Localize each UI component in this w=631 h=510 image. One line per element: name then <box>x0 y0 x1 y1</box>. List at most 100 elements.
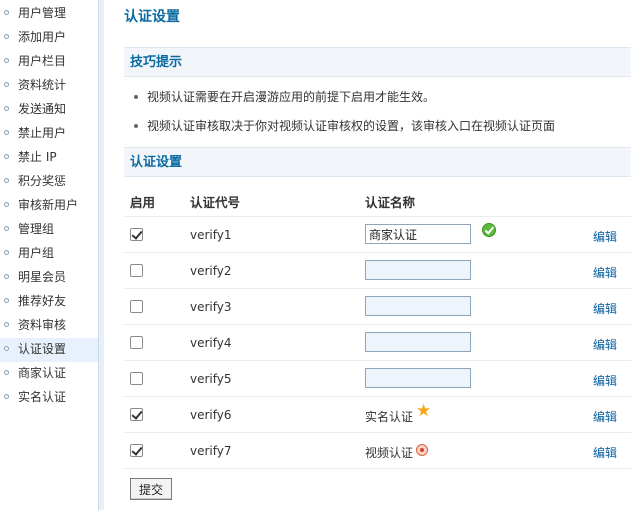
bullet-icon <box>4 130 9 135</box>
table-row: verify6 实名认证 ★ 编辑 <box>124 397 631 433</box>
sidebar-item-profile-review[interactable]: 资料审核 <box>0 314 98 338</box>
verify-name-input[interactable] <box>365 332 471 352</box>
sidebar: 用户管理 添加用户 用户栏目 资料统计 发送通知 禁止用户 禁止 IP 积分奖惩… <box>0 0 104 510</box>
verify-code: verify2 <box>190 264 232 278</box>
sidebar-item-label: 资料统计 <box>18 78 67 92</box>
sidebar-nav: 用户管理 添加用户 用户栏目 资料统计 发送通知 禁止用户 禁止 IP 积分奖惩… <box>0 2 98 410</box>
header-enable: 启用 <box>130 195 156 210</box>
sidebar-item-add-user[interactable]: 添加用户 <box>0 26 98 50</box>
bullet-icon <box>4 106 9 111</box>
sidebar-item-label: 禁止用户 <box>18 126 67 140</box>
enable-checkbox[interactable] <box>130 336 143 349</box>
tip-item: 视频认证审核取决于你对视频认证审核权的设置，该审核入口在视频认证页面 <box>134 117 555 134</box>
sidebar-item-ban-ip[interactable]: 禁止 IP <box>0 146 98 170</box>
bullet-icon <box>4 34 9 39</box>
bullet-icon <box>4 250 9 255</box>
verify-code: verify4 <box>190 336 232 350</box>
enable-checkbox[interactable] <box>130 264 143 277</box>
sidebar-item-label: 资料审核 <box>18 318 67 332</box>
verify-code: verify3 <box>190 300 232 314</box>
tips-section-title: 技巧提示 <box>124 47 631 77</box>
settings-section-title: 认证设置 <box>124 147 631 177</box>
bullet-icon <box>4 298 9 303</box>
sidebar-item-verify-settings[interactable]: 认证设置 <box>0 338 98 362</box>
table-row: verify3 编辑 <box>124 289 631 325</box>
bullet-icon <box>4 82 9 87</box>
page-title: 认证设置 <box>124 9 180 25</box>
sidebar-item-star-members[interactable]: 明星会员 <box>0 266 98 290</box>
verify-name-input[interactable] <box>365 368 471 388</box>
sidebar-item-label: 认证设置 <box>18 342 67 356</box>
table-row: verify7 视频认证 编辑 <box>124 433 631 469</box>
edit-link[interactable]: 编辑 <box>593 336 617 353</box>
sidebar-item-user-fields[interactable]: 用户栏目 <box>0 50 98 74</box>
sidebar-item-label: 用户管理 <box>18 6 67 20</box>
edit-link[interactable]: 编辑 <box>593 372 617 389</box>
verify-name-input[interactable] <box>365 224 471 244</box>
sidebar-item-ban-user[interactable]: 禁止用户 <box>0 122 98 146</box>
sidebar-item-user-management[interactable]: 用户管理 <box>0 2 98 26</box>
header-name: 认证名称 <box>365 195 416 210</box>
verify-code: verify5 <box>190 372 232 386</box>
table-row: verify1 编辑 <box>124 217 631 253</box>
tip-text: 视频认证需要在开启漫游应用的前提下启用才能生效。 <box>147 90 436 104</box>
sidebar-item-merchant-verify[interactable]: 商家认证 <box>0 362 98 386</box>
bullet-icon <box>4 322 9 327</box>
verify-code: verify7 <box>190 444 232 458</box>
sidebar-item-profile-stats[interactable]: 资料统计 <box>0 74 98 98</box>
header-code: 认证代号 <box>190 195 241 210</box>
table-row: verify4 编辑 <box>124 325 631 361</box>
table-row: verify5 编辑 <box>124 361 631 397</box>
edit-link[interactable]: 编辑 <box>593 300 617 317</box>
sidebar-item-review-new-users[interactable]: 审核新用户 <box>0 194 98 218</box>
verify-name-input[interactable] <box>365 260 471 280</box>
bullet-icon <box>4 154 9 159</box>
sidebar-item-label: 用户栏目 <box>18 54 67 68</box>
sidebar-item-label: 用户组 <box>18 246 55 260</box>
edit-link[interactable]: 编辑 <box>593 444 617 461</box>
bullet-icon <box>4 178 9 183</box>
edit-link[interactable]: 编辑 <box>593 408 617 425</box>
sidebar-item-label: 实名认证 <box>18 390 67 404</box>
bullet-icon <box>134 123 138 128</box>
bullet-icon <box>4 274 9 279</box>
submit-button[interactable]: 提交 <box>130 478 172 500</box>
bullet-icon <box>4 370 9 375</box>
bullet-icon <box>4 10 9 15</box>
sidebar-item-label: 管理组 <box>18 222 55 236</box>
verify-name-text: 实名认证 <box>365 410 414 424</box>
enable-checkbox[interactable] <box>130 372 143 385</box>
sidebar-item-admin-groups[interactable]: 管理组 <box>0 218 98 242</box>
enable-checkbox[interactable] <box>130 228 143 241</box>
sidebar-item-recommend-friends[interactable]: 推荐好友 <box>0 290 98 314</box>
sidebar-item-credits[interactable]: 积分奖惩 <box>0 170 98 194</box>
tip-item: 视频认证需要在开启漫游应用的前提下启用才能生效。 <box>134 88 435 105</box>
enable-checkbox[interactable] <box>130 300 143 313</box>
bullet-icon <box>134 94 138 99</box>
verify-code: verify6 <box>190 408 232 422</box>
bullet-icon <box>4 58 9 63</box>
sidebar-item-user-groups[interactable]: 用户组 <box>0 242 98 266</box>
star-icon: ★ <box>416 401 432 421</box>
sidebar-item-send-notice[interactable]: 发送通知 <box>0 98 98 122</box>
edit-link[interactable]: 编辑 <box>593 228 617 245</box>
table-row: verify2 编辑 <box>124 253 631 289</box>
video-icon <box>416 444 428 456</box>
sidebar-item-label: 明星会员 <box>18 270 67 284</box>
sidebar-item-label: 推荐好友 <box>18 294 67 308</box>
enable-checkbox[interactable] <box>130 408 143 421</box>
sidebar-rail[interactable] <box>98 0 104 510</box>
tip-text: 视频认证审核取决于你对视频认证审核权的设置，该审核入口在视频认证页面 <box>147 119 556 133</box>
sidebar-item-label: 发送通知 <box>18 102 67 116</box>
sidebar-item-label: 添加用户 <box>18 30 67 44</box>
sidebar-item-label: 积分奖惩 <box>18 174 67 188</box>
sidebar-item-realname-verify[interactable]: 实名认证 <box>0 386 98 410</box>
edit-link[interactable]: 编辑 <box>593 264 617 281</box>
bullet-icon <box>4 346 9 351</box>
sidebar-item-label: 审核新用户 <box>18 198 79 212</box>
verify-name-input[interactable] <box>365 296 471 316</box>
enable-checkbox[interactable] <box>130 444 143 457</box>
check-icon <box>482 223 496 237</box>
sidebar-item-label: 禁止 IP <box>18 150 57 164</box>
verify-code: verify1 <box>190 228 232 242</box>
